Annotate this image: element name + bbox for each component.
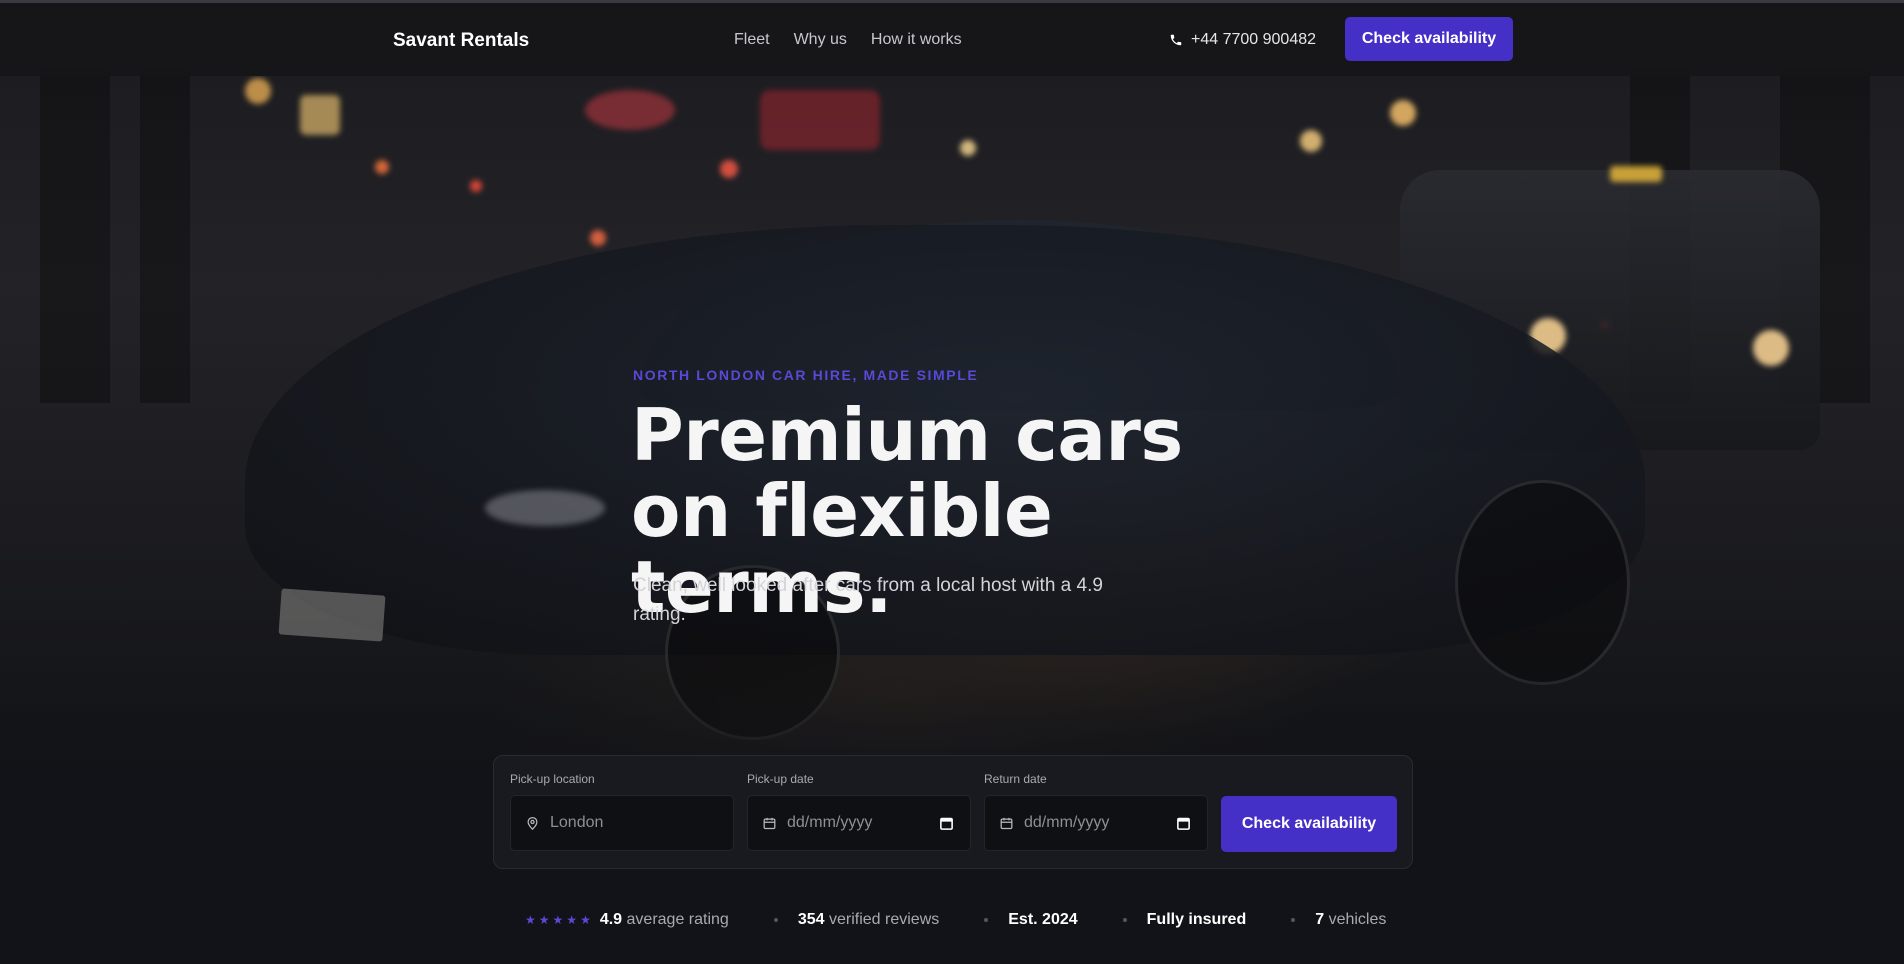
separator-dot (984, 918, 989, 922)
map-pin-icon (527, 816, 538, 830)
reviews-value: 354 (797, 911, 825, 928)
nav-check-availability-button[interactable]: Check availability (1345, 17, 1513, 61)
calendar-icon (1000, 817, 1013, 829)
pickup-location-box[interactable] (510, 795, 734, 851)
phone-number: +44 7700 900482 (1191, 31, 1317, 48)
insured-stat: Fully insured (1147, 911, 1247, 929)
return-date-input[interactable] (1024, 814, 1164, 832)
star-icon: ★ (566, 913, 578, 927)
phone-link[interactable]: +44 7700 900482 (1169, 31, 1316, 49)
star-icon: ★ (538, 913, 550, 927)
reviews-stat: 354 verified reviews (798, 911, 939, 929)
booking-form: Pick-up location Pick-up date Return dat… (493, 755, 1413, 869)
calendar-icon (763, 817, 776, 829)
booking-check-availability-button[interactable]: Check availability (1221, 796, 1397, 852)
rating-stars: ★ ★ ★ ★ ★ (525, 913, 591, 927)
insured-value: Fully insured (1146, 911, 1247, 928)
separator-dot (1122, 918, 1127, 922)
hero-subtitle: Clean, well looked after cars from a loc… (633, 575, 1103, 625)
rating-value: 4.9 (599, 911, 623, 928)
separator-dot (1291, 918, 1296, 922)
trust-stats-bar: ★ ★ ★ ★ ★ 4.9 average rating 354 verifie… (525, 911, 1386, 929)
rating-text: average rating (626, 911, 729, 928)
pickup-date-box[interactable] (747, 795, 971, 851)
star-icon: ★ (580, 913, 591, 927)
brand-logo[interactable]: Savant Rentals (393, 30, 529, 52)
hero-eyebrow: NORTH LONDON CAR HIRE, MADE SIMPLE (633, 367, 979, 383)
date-picker-icon[interactable] (1176, 816, 1191, 831)
star-icon: ★ (525, 913, 536, 927)
vehicles-value: 7 (1315, 911, 1325, 928)
return-date-label: Return date (984, 772, 1047, 786)
rating-stat: 4.9 average rating (600, 911, 729, 929)
nav-link-how-it-works[interactable]: How it works (871, 31, 962, 49)
date-picker-icon[interactable] (939, 816, 954, 831)
pickup-location-label: Pick-up location (510, 772, 595, 786)
reviews-text: verified reviews (828, 911, 940, 928)
established-value: Est. 2024 (1008, 911, 1078, 928)
top-navigation: Savant Rentals Fleet Why us How it works… (0, 3, 1904, 76)
pickup-date-field: Pick-up date (747, 772, 971, 851)
vehicles-text: vehicles (1328, 911, 1387, 928)
star-icon: ★ (552, 913, 564, 927)
return-date-field: Return date (984, 772, 1208, 851)
phone-icon (1170, 34, 1182, 46)
pickup-location-field: Pick-up location (510, 772, 734, 851)
separator-dot (773, 918, 778, 922)
return-date-box[interactable] (984, 795, 1208, 851)
nav-link-fleet[interactable]: Fleet (734, 31, 770, 49)
pickup-location-input[interactable] (550, 814, 690, 832)
established-stat: Est. 2024 (1008, 911, 1077, 929)
pickup-date-label: Pick-up date (747, 772, 814, 786)
vehicles-stat: 7 vehicles (1315, 911, 1386, 929)
pickup-date-input[interactable] (787, 814, 927, 832)
nav-links: Fleet Why us How it works (734, 31, 962, 49)
nav-link-why-us[interactable]: Why us (794, 31, 847, 49)
